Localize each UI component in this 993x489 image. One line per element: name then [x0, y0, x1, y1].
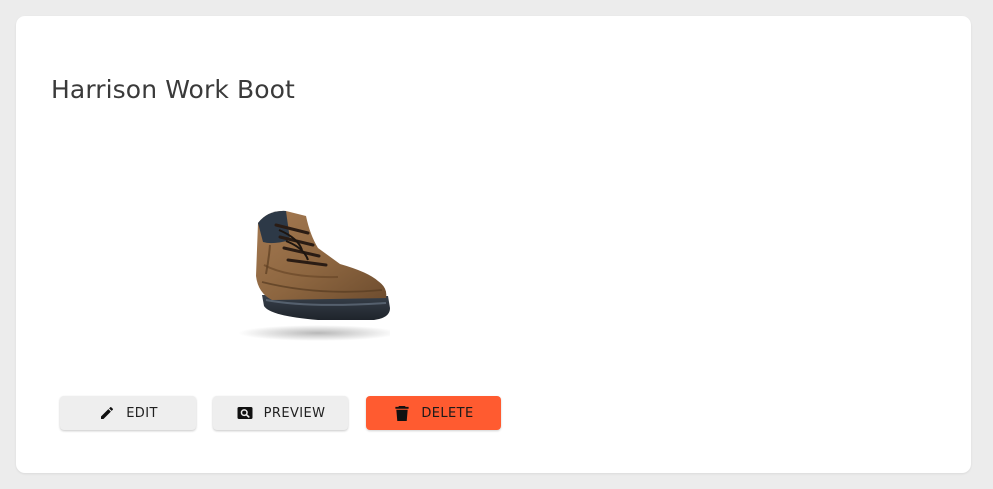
preview-button-label: PREVIEW — [263, 405, 326, 421]
product-image — [238, 210, 390, 341]
pencil-icon — [98, 404, 116, 422]
product-card: Harrison Work Boot EDIT PREVIEW DELETE — [16, 16, 971, 473]
product-title: Harrison Work Boot — [51, 75, 295, 104]
delete-button[interactable]: DELETE — [366, 396, 501, 430]
edit-button[interactable]: EDIT — [60, 396, 196, 430]
delete-button-label: DELETE — [421, 405, 474, 421]
edit-button-label: EDIT — [126, 405, 158, 421]
preview-button[interactable]: PREVIEW — [213, 396, 348, 430]
search-icon — [236, 404, 254, 422]
trash-icon — [393, 404, 411, 422]
